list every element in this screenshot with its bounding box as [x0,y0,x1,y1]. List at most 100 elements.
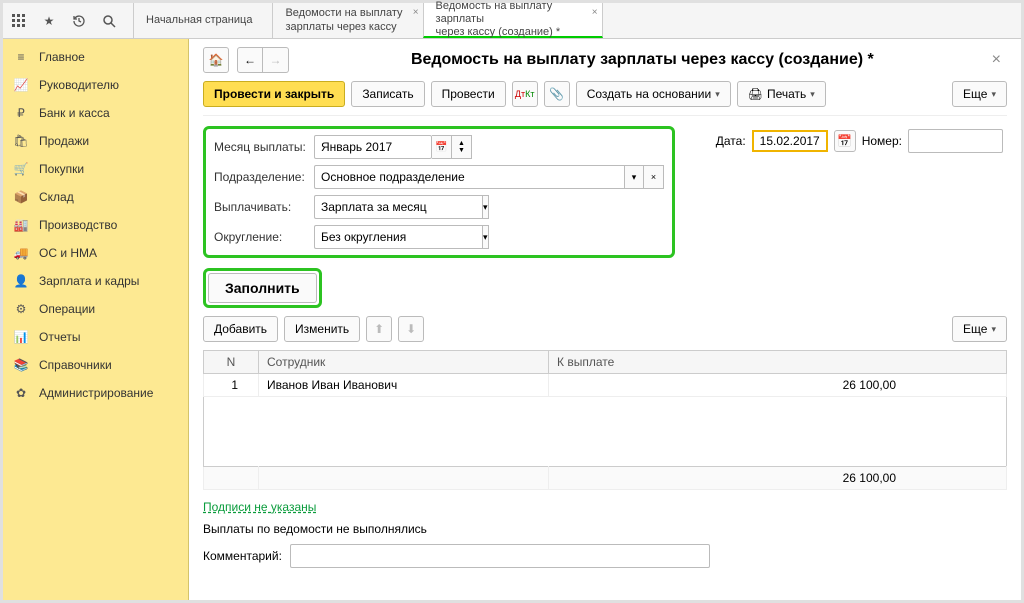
sidebar-item-label: Главное [39,50,85,64]
command-bar: Провести и закрыть Записать Провести ДтК… [203,81,1007,116]
page-title: Ведомость на выплату зарплаты через касс… [307,51,978,69]
comment-label: Комментарий: [203,549,282,563]
tab-label-2: через кассу (создание) * [436,26,582,39]
create-based-on-button[interactable]: Создать на основании [576,81,731,107]
rounding-input[interactable] [314,225,482,249]
table-toolbar: Добавить Изменить ⬆ ⬇ Еще [203,316,1007,342]
cell-employee: Иванов Иван Иванович [259,374,549,397]
department-input[interactable] [314,165,624,189]
month-input[interactable] [314,135,432,159]
sidebar-item-main[interactable]: ≡ Главное [3,43,188,71]
fill-button[interactable]: Заполнить [208,273,317,303]
sidebar-item-label: Отчеты [39,330,80,344]
menu-icon: ≡ [13,50,29,64]
nav-forward-button[interactable]: → [263,47,289,73]
department-dropdown[interactable]: ▾ [624,165,644,189]
tab-label: Ведомость на выплату зарплаты [436,0,582,26]
table-total-row: 26 100,00 [204,467,1007,490]
box-icon: 📦 [13,190,29,204]
bar-chart-icon: 📊 [13,330,29,344]
sidebar-item-label: Администрирование [39,386,153,400]
sidebar-item-label: Производство [39,218,117,232]
sidebar-item-bank[interactable]: ₽ Банк и касса [3,99,188,127]
sidebar-item-production[interactable]: 🏭 Производство [3,211,188,239]
th-n: N [204,351,259,374]
sidebar-item-label: Зарплата и кадры [39,274,139,288]
signatures-link[interactable]: Подписи не указаны [203,500,316,514]
sidebar-item-assets[interactable]: 🚚ОС и НМА [3,239,188,267]
close-icon[interactable]: × [413,7,419,19]
rounding-label: Округление: [214,230,314,244]
sidebar-item-operations[interactable]: ⚙Операции [3,295,188,323]
sidebar-item-warehouse[interactable]: 📦 Склад [3,183,188,211]
date-number-group: Дата: 15.02.2017 📅 Номер: [716,129,1003,153]
save-button[interactable]: Записать [351,81,424,107]
comment-input[interactable] [290,544,710,568]
month-spinner[interactable]: ▲▼ [452,135,472,159]
sidebar-item-label: ОС и НМА [39,246,97,260]
sidebar-item-reports[interactable]: 📊 Отчеты [3,323,188,351]
table-row[interactable]: 1 Иванов Иван Иванович 26 100,00 [204,374,1007,397]
content-area: 🏠 ← → Ведомость на выплату зарплаты чере… [189,39,1021,600]
chart-icon: 📈 [13,78,29,92]
department-clear[interactable]: × [644,165,664,189]
sidebar-item-label: Банк и касса [39,106,110,120]
ruble-icon: ₽ [13,106,29,120]
change-row-button[interactable]: Изменить [284,316,360,342]
post-and-close-button[interactable]: Провести и закрыть [203,81,345,107]
bag-icon: 🛍 [13,134,29,148]
more-button[interactable]: Еще [952,81,1007,107]
th-employee: Сотрудник [259,351,549,374]
sidebar-item-label: Справочники [39,358,112,372]
factory-icon: 🏭 [13,218,29,232]
top-toolbar: ★ Начальная страница Ведомости на выплат… [3,3,1021,39]
date-picker-icon[interactable]: 📅 [834,130,856,152]
cart-icon: 🛒 [13,162,29,176]
sidebar-item-salary[interactable]: 👤 Зарплата и кадры [3,267,188,295]
sidebar-item-catalogs[interactable]: 📚 Справочники [3,351,188,379]
print-button[interactable]: 🖨 Печать [737,81,826,107]
close-icon[interactable]: × [592,7,598,19]
rounding-dropdown[interactable]: ▾ [482,225,489,249]
dt-kt-button[interactable]: ДтКт [512,81,538,107]
top-icon-group: ★ [3,13,125,29]
tab-label: Ведомости на выплату [285,7,402,20]
payments-note: Выплаты по ведомости не выполнялись [203,522,1007,536]
number-label: Номер: [862,134,902,148]
number-input[interactable] [908,129,1003,153]
paykind-input[interactable] [314,195,482,219]
nav-back-button[interactable]: ← [237,47,263,73]
tab-document[interactable]: Ведомость на выплату зарплаты через касс… [423,3,603,38]
move-down-button[interactable]: ⬇ [398,316,424,342]
sidebar-item-purchases[interactable]: 🛒Покупки [3,155,188,183]
department-label: Подразделение: [214,170,314,184]
table-more-button[interactable]: Еще [952,316,1007,342]
sidebar-item-label: Руководителю [39,78,119,92]
history-icon[interactable] [71,13,87,29]
paykind-dropdown[interactable]: ▾ [482,195,489,219]
sidebar-item-sales[interactable]: 🛍Продажи [3,127,188,155]
calendar-icon[interactable]: 📅 [432,135,452,159]
post-button[interactable]: Провести [431,81,506,107]
tab-home[interactable]: Начальная страница [133,3,272,38]
date-input[interactable]: 15.02.2017 [752,130,828,152]
home-button[interactable]: 🏠 [203,47,229,73]
move-up-button[interactable]: ⬆ [366,316,392,342]
add-row-button[interactable]: Добавить [203,316,278,342]
sidebar-item-admin[interactable]: ✿Администрирование [3,379,188,407]
tab-label-2: зарплаты через кассу [285,21,402,34]
star-icon[interactable]: ★ [41,13,57,29]
highlighted-params-box: Месяц выплаты: 📅 ▲▼ Подразделение: ▾ × [203,126,675,258]
close-page-button[interactable]: × [986,51,1007,69]
books-icon: 📚 [13,358,29,372]
gears-icon: ⚙ [13,302,29,316]
sidebar-item-manager[interactable]: 📈 Руководителю [3,71,188,99]
sidebar-item-label: Склад [39,190,74,204]
attach-button[interactable]: 📎 [544,81,570,107]
apps-icon[interactable] [11,13,27,29]
tab-label: Начальная страница [146,14,252,27]
tab-list[interactable]: Ведомости на выплату зарплаты через касс… [272,3,422,38]
person-icon: 👤 [13,274,29,288]
search-icon[interactable] [101,13,117,29]
cell-n: 1 [204,374,259,397]
